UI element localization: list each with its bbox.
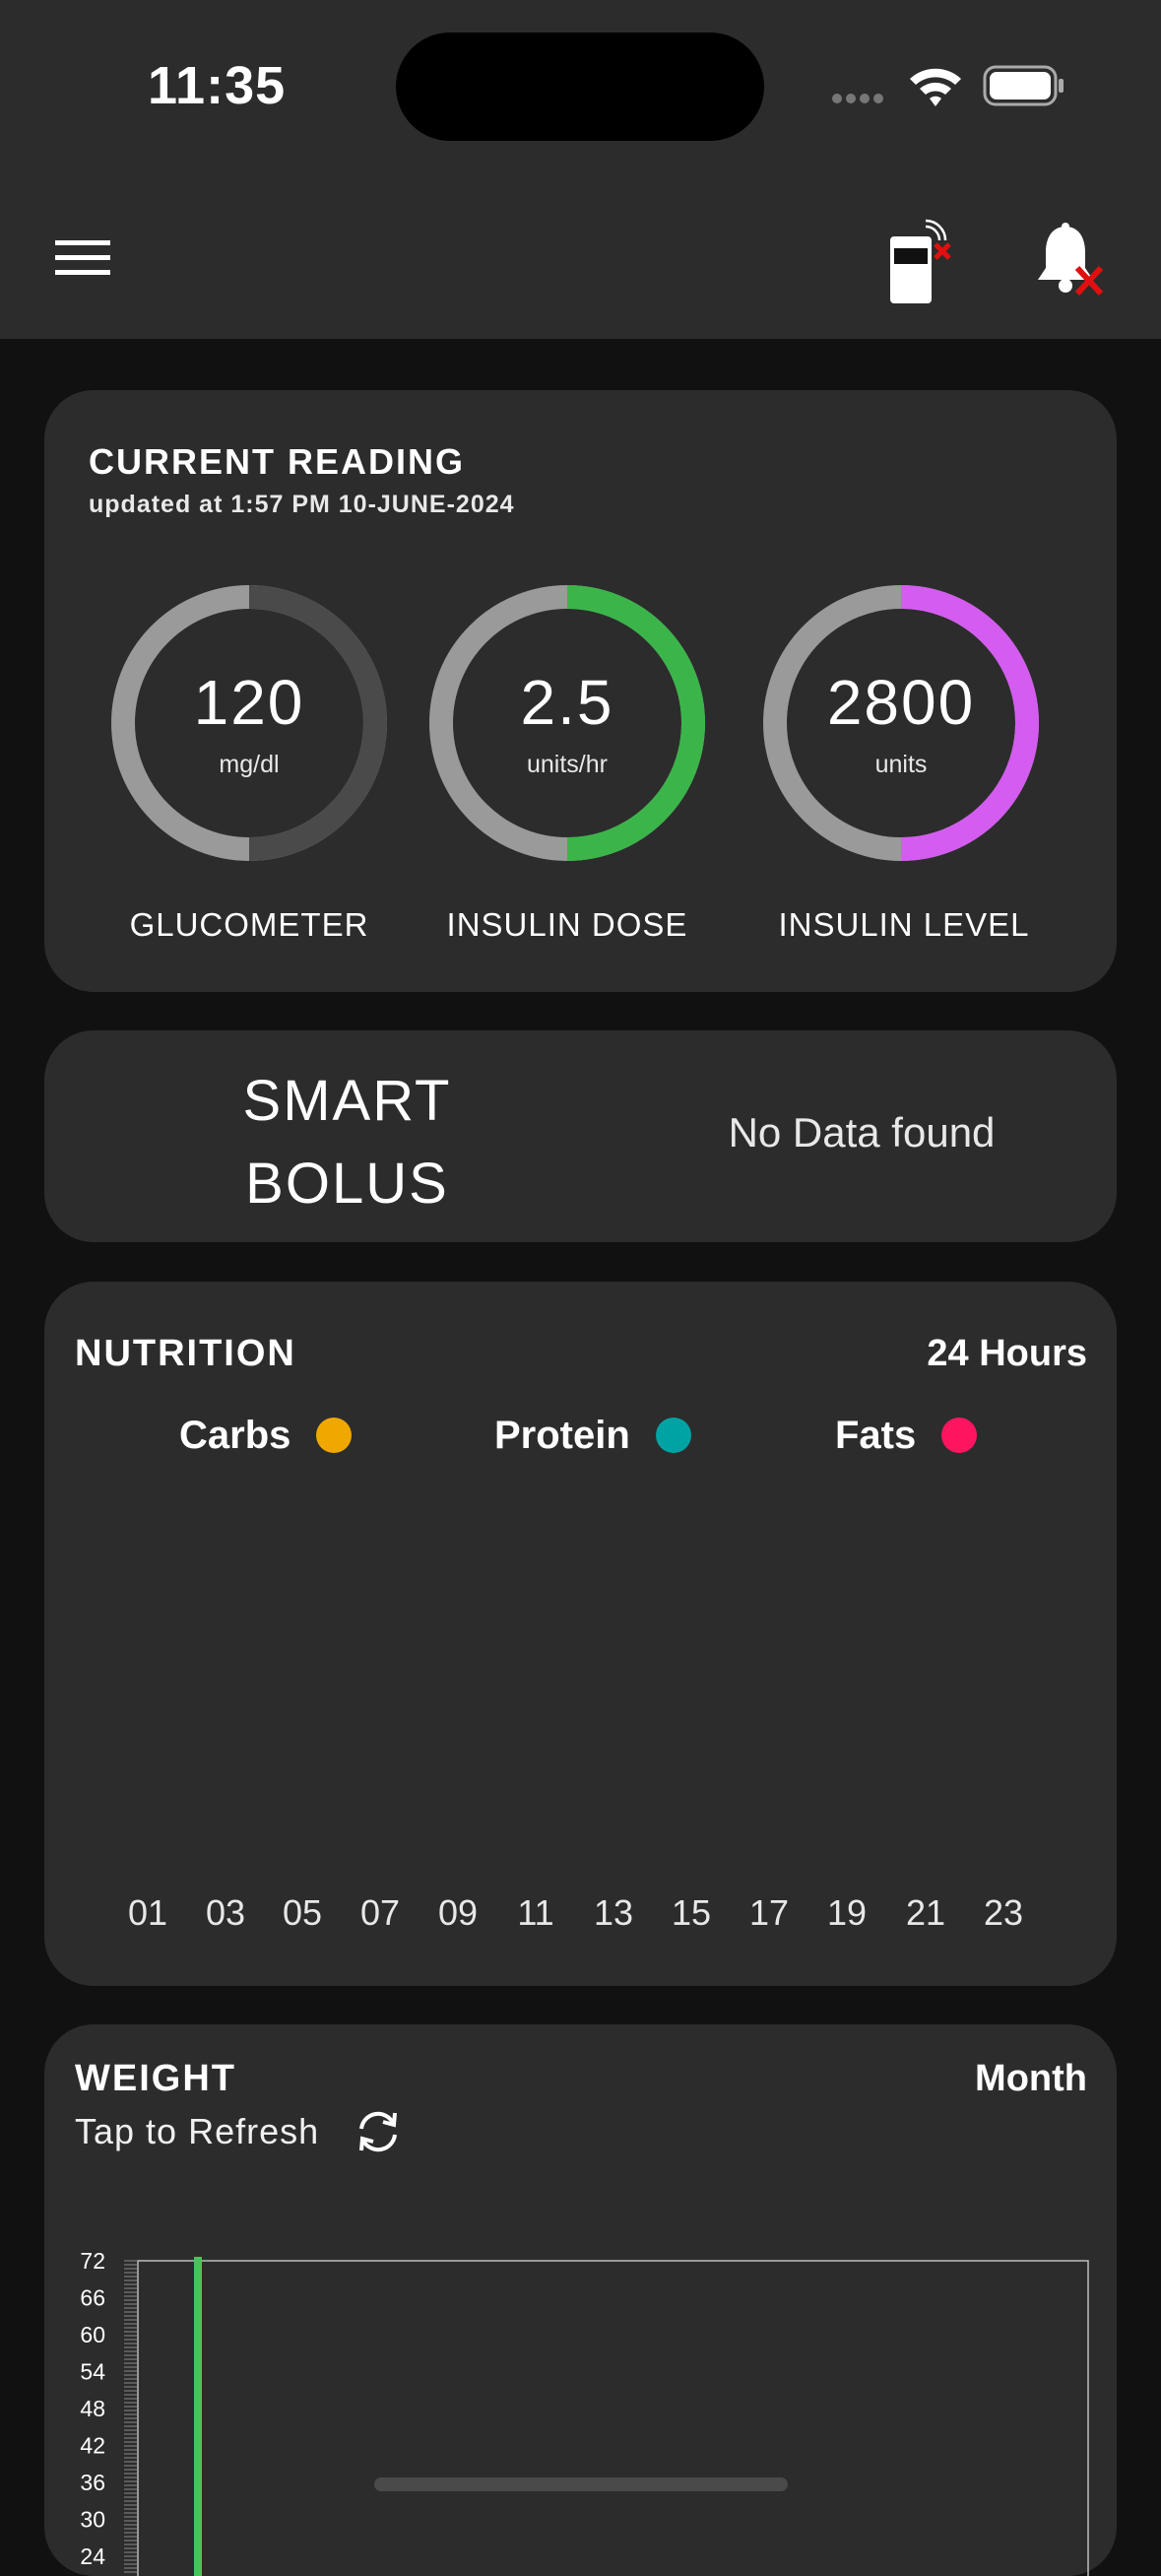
- y-tick-label: 54: [80, 2359, 105, 2385]
- legend-carbs: Carbs: [179, 1412, 353, 1459]
- hamburger-menu-icon[interactable]: [55, 238, 110, 278]
- carbs-dot-icon: [316, 1418, 353, 1453]
- pump-disconnected-icon[interactable]: [886, 219, 965, 307]
- insulin-level-value: 2800: [826, 667, 976, 738]
- legend-carbs-label: Carbs: [179, 1413, 291, 1457]
- y-tick-label: 66: [80, 2285, 105, 2311]
- weight-bar: [194, 2257, 202, 2576]
- glucometer-label: GLUCOMETER: [129, 906, 369, 943]
- hour-tick-label: 03: [205, 1892, 246, 1933]
- home-indicator: [374, 2477, 788, 2491]
- top-bar: 11:35: [0, 0, 1161, 339]
- y-tick-label: 30: [80, 2507, 105, 2533]
- legend-protein-label: Protein: [494, 1413, 630, 1457]
- y-tick-label: 72: [80, 2248, 105, 2274]
- insulin-dose-value: 2.5: [520, 667, 614, 738]
- legend-fats-label: Fats: [835, 1413, 917, 1457]
- status-time: 11:35: [148, 56, 287, 115]
- weight-title: WEIGHT: [75, 2058, 236, 2099]
- y-tick-label: 36: [80, 2470, 105, 2495]
- dynamic-island: [396, 33, 764, 141]
- insulin-dose-label: INSULIN DOSE: [446, 906, 688, 943]
- nutrition-title: NUTRITION: [75, 1333, 296, 1374]
- current-reading-title: CURRENT READING: [89, 441, 466, 482]
- nutrition-range-selector[interactable]: 24 Hours: [927, 1333, 1087, 1375]
- hour-tick-label: 21: [905, 1892, 946, 1933]
- smart-bolus-label: SMART BOLUS: [162, 1060, 532, 1225]
- insulin-dose-unit: units/hr: [527, 751, 608, 778]
- hour-tick-label: 11: [517, 1892, 554, 1933]
- glucose-unit: mg/dl: [219, 751, 280, 778]
- smart-bolus-card[interactable]: SMART BOLUS No Data found: [44, 1030, 1117, 1242]
- protein-dot-icon: [655, 1418, 691, 1453]
- hour-tick-label: 15: [671, 1892, 712, 1933]
- hour-tick-label: 17: [748, 1892, 790, 1933]
- hour-tick-label: 19: [826, 1892, 868, 1933]
- weight-card: WEIGHT Month Tap to Refresh 72 66 60 54 48 42…: [44, 2024, 1117, 2576]
- smart-bolus-label-line2: BOLUS: [245, 1152, 449, 1216]
- hour-tick-label: 09: [437, 1892, 479, 1933]
- insulin-dose-gauge: 2.5 units/hr: [427, 583, 707, 863]
- y-tick-label: 42: [80, 2433, 105, 2459]
- hour-tick-label: 05: [282, 1892, 323, 1933]
- current-reading-card: CURRENT READING updated at 1:57 PM 10-JU…: [44, 390, 1117, 992]
- notifications-off-icon[interactable]: [1032, 221, 1107, 299]
- smart-bolus-label-line1: SMART: [242, 1069, 452, 1133]
- insulin-level-unit: units: [874, 751, 928, 778]
- chart-frame: [137, 2260, 1089, 2576]
- legend-protein: Protein: [494, 1412, 691, 1459]
- hour-tick-label: 13: [593, 1892, 634, 1933]
- hour-tick-label: 01: [127, 1892, 168, 1933]
- weight-range-selector[interactable]: Month: [975, 2058, 1087, 2100]
- last-updated-text: updated at 1:57 PM 10-JUNE-2024: [89, 491, 515, 518]
- y-tick-label: 24: [80, 2543, 105, 2569]
- weight-chart: 72 66 60 54 48 42 36 30 24: [80, 2248, 1089, 2576]
- y-tick-label: 60: [80, 2322, 105, 2347]
- hour-tick-label: 23: [983, 1892, 1024, 1933]
- glucose-value: 120: [193, 667, 305, 738]
- hour-tick-label: 07: [359, 1892, 401, 1933]
- wifi-icon: [910, 68, 961, 106]
- insulin-level-label: INSULIN LEVEL: [778, 906, 1030, 943]
- tap-to-refresh-button[interactable]: Tap to Refresh: [75, 2111, 319, 2152]
- nutrition-hour-axis: 01 03 05 07 09 11 13 15 17 19 21 23: [113, 1892, 1088, 1942]
- legend-fats: Fats: [835, 1412, 978, 1459]
- smart-bolus-empty-text: No Data found: [728, 1109, 996, 1156]
- cellular-signal-icon: [832, 94, 883, 103]
- battery-icon: [983, 65, 1064, 106]
- glucometer-gauge: 120 mg/dl: [109, 583, 389, 863]
- insulin-level-gauge: 2800 units: [761, 583, 1041, 863]
- fats-dot-icon: [941, 1418, 978, 1453]
- nutrition-card: NUTRITION 24 Hours Carbs Protein Fats 01…: [44, 1282, 1117, 1986]
- refresh-icon[interactable]: [352, 2105, 405, 2158]
- y-tick-label: 48: [80, 2396, 105, 2421]
